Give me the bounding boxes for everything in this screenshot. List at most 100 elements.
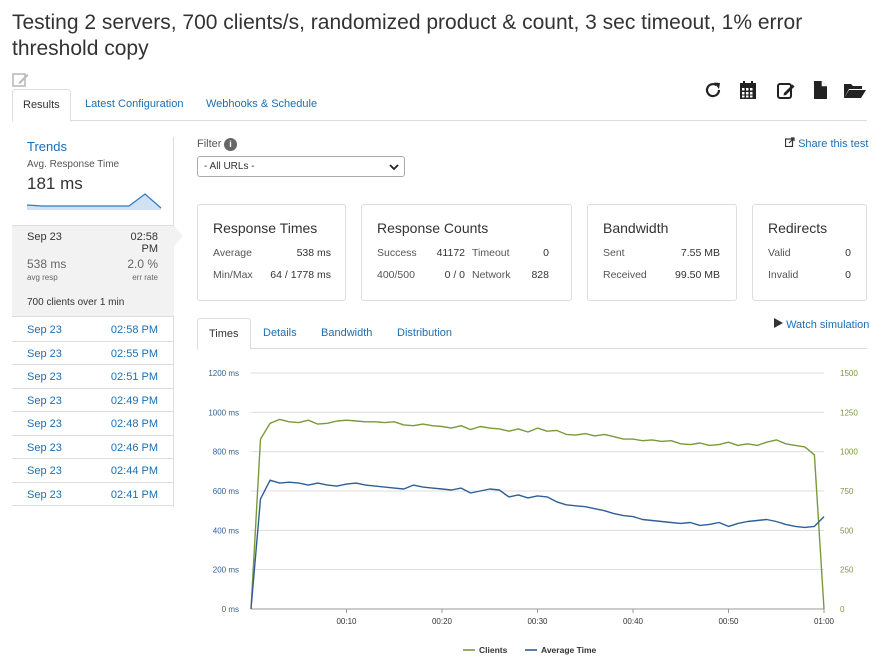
tab-webhooks-schedule[interactable]: Webhooks & Schedule — [196, 89, 327, 121]
url-filter-value: - All URLs - — [204, 161, 255, 172]
network-value: 828 — [531, 269, 549, 281]
history-time: 02:49 PM — [110, 394, 158, 407]
history-date: Sep 23 — [27, 441, 62, 454]
watch-simulation-link[interactable]: Watch simulation — [774, 318, 869, 331]
history-row[interactable]: Sep 23 02:51 PM — [12, 365, 174, 389]
errors-400-500-label: 400/500 — [377, 269, 415, 281]
selected-run-err-rate: 2.0 % — [127, 257, 158, 271]
chevron-down-icon — [389, 164, 399, 171]
selected-run-time: 02:58 PM — [130, 231, 158, 255]
timeout-value: 0 — [543, 247, 549, 259]
folder-open-icon[interactable] — [843, 80, 867, 100]
history-row[interactable]: Sep 23 02:55 PM — [12, 342, 174, 365]
trend-sparkline — [27, 193, 162, 210]
filter-label: Filter — [197, 138, 222, 150]
history-row[interactable]: Sep 23 02:48 PM — [12, 412, 174, 436]
received-value: 99.50 MB — [675, 269, 720, 281]
chart-lines — [250, 418, 825, 610]
y-tick-label-left: 1000 ms — [208, 408, 239, 417]
average-value: 538 ms — [296, 247, 331, 259]
history-time: 02:58 PM — [110, 324, 158, 336]
valid-label: Valid — [768, 247, 791, 259]
history-time: 02:55 PM — [110, 347, 158, 360]
y-axis-right: 0 250 500 750 1000 1250 1500 — [840, 369, 858, 614]
received-label: Received — [603, 269, 647, 281]
tab-results[interactable]: Results — [12, 89, 71, 122]
tab-latest-configuration[interactable]: Latest Configuration — [75, 89, 193, 121]
history-row[interactable]: Sep 23 02:46 PM — [12, 436, 174, 459]
history-row[interactable]: Sep 23 02:41 PM — [12, 483, 174, 506]
timeout-label: Timeout — [472, 247, 510, 259]
card-title: Response Times — [213, 220, 318, 236]
x-tick-label: 00:20 — [432, 617, 453, 626]
x-tick-label: 00:10 — [336, 617, 357, 626]
duration-suffix: min — [108, 297, 125, 308]
chart-grid — [251, 372, 825, 613]
edit-icon[interactable] — [776, 80, 796, 100]
watch-label: Watch simulation — [786, 319, 870, 331]
invalid-label: Invalid — [768, 269, 799, 281]
sent-value: 7.55 MB — [680, 247, 720, 259]
times-chart: 0 ms 200 ms 400 ms 600 ms 800 ms 1000 ms 1200 … — [208, 369, 858, 655]
x-tick-label: 00:30 — [527, 617, 548, 626]
legend-label: Clients — [479, 645, 508, 655]
duration-value: 1 — [99, 297, 106, 308]
invalid-value: 0 — [845, 269, 851, 281]
series-line-average-time — [250, 479, 825, 610]
selected-run-avg-resp: 538 ms — [27, 257, 67, 271]
page-title: Testing 2 servers, 700 clients/s, random… — [12, 11, 803, 60]
y-tick-label-left: 600 ms — [213, 487, 239, 496]
tab-times[interactable]: Times — [197, 318, 251, 350]
card-title: Redirects — [768, 220, 828, 236]
valid-value: 0 — [845, 247, 851, 259]
clients-suffix: clients over — [46, 297, 98, 308]
y-tick-label-right: 1500 — [840, 369, 858, 378]
card-title: Response Counts — [377, 220, 489, 236]
history-date: Sep 23 — [27, 347, 62, 360]
success-label: Success — [377, 247, 417, 259]
history-time: 02:46 PM — [110, 441, 158, 454]
edit-title-icon[interactable] — [12, 71, 30, 89]
y-tick-label-right: 1000 — [840, 448, 858, 457]
x-axis: 00:10 00:20 00:30 00:40 00:50 01:00 — [336, 617, 834, 626]
history-date: Sep 23 — [27, 371, 62, 383]
info-icon[interactable]: i — [224, 138, 237, 151]
history-row[interactable]: Sep 23 02:49 PM — [12, 389, 174, 412]
selected-run-err-rate-label: err rate — [132, 273, 158, 282]
play-icon — [774, 318, 783, 328]
share-test-link[interactable]: Share this test — [784, 137, 869, 150]
y-tick-label-left: 0 ms — [222, 605, 239, 614]
chart-legend: Clients Average Time — [463, 645, 597, 655]
y-tick-label-right: 250 — [840, 566, 854, 575]
tab-details[interactable]: Details — [252, 318, 308, 349]
y-tick-label-left: 800 ms — [213, 448, 239, 457]
tab-bandwidth[interactable]: Bandwidth — [310, 318, 383, 349]
trends-title: Trends — [27, 139, 67, 154]
url-filter-select[interactable]: - All URLs - — [197, 156, 405, 177]
share-label: Share this test — [798, 138, 869, 150]
response-counts-card: Response Counts Success 41172 Timeout 0 … — [361, 204, 572, 301]
history-row[interactable]: Sep 23 02:58 PM — [12, 318, 174, 342]
y-tick-label-right: 1250 — [840, 408, 858, 417]
clients-count: 700 — [27, 297, 44, 308]
tab-distribution[interactable]: Distribution — [386, 318, 463, 349]
y-tick-label-left: 1200 ms — [208, 369, 239, 378]
network-label: Network — [472, 269, 511, 281]
calendar-icon[interactable] — [738, 80, 758, 100]
y-tick-label-left: 200 ms — [213, 566, 239, 575]
sent-label: Sent — [603, 247, 625, 259]
selected-run-avg-resp-label: avg resp — [27, 273, 58, 282]
history-time: 02:41 PM — [110, 488, 158, 501]
history-time: 02:48 PM — [110, 418, 158, 430]
refresh-icon[interactable] — [703, 80, 723, 100]
y-tick-label-right: 750 — [840, 487, 854, 496]
errors-400-500-value: 0 / 0 — [444, 269, 465, 281]
card-title: Bandwidth — [603, 220, 669, 236]
history-date: Sep 23 — [27, 488, 62, 501]
document-icon[interactable] — [810, 80, 830, 100]
response-times-card: Response Times Average 538 ms Min/Max 64… — [197, 204, 346, 301]
bandwidth-card: Bandwidth Sent 7.55 MB Received 99.50 MB — [587, 204, 737, 301]
share-icon — [784, 137, 795, 148]
history-time: 02:51 PM — [110, 371, 158, 383]
history-row[interactable]: Sep 23 02:44 PM — [12, 459, 174, 483]
